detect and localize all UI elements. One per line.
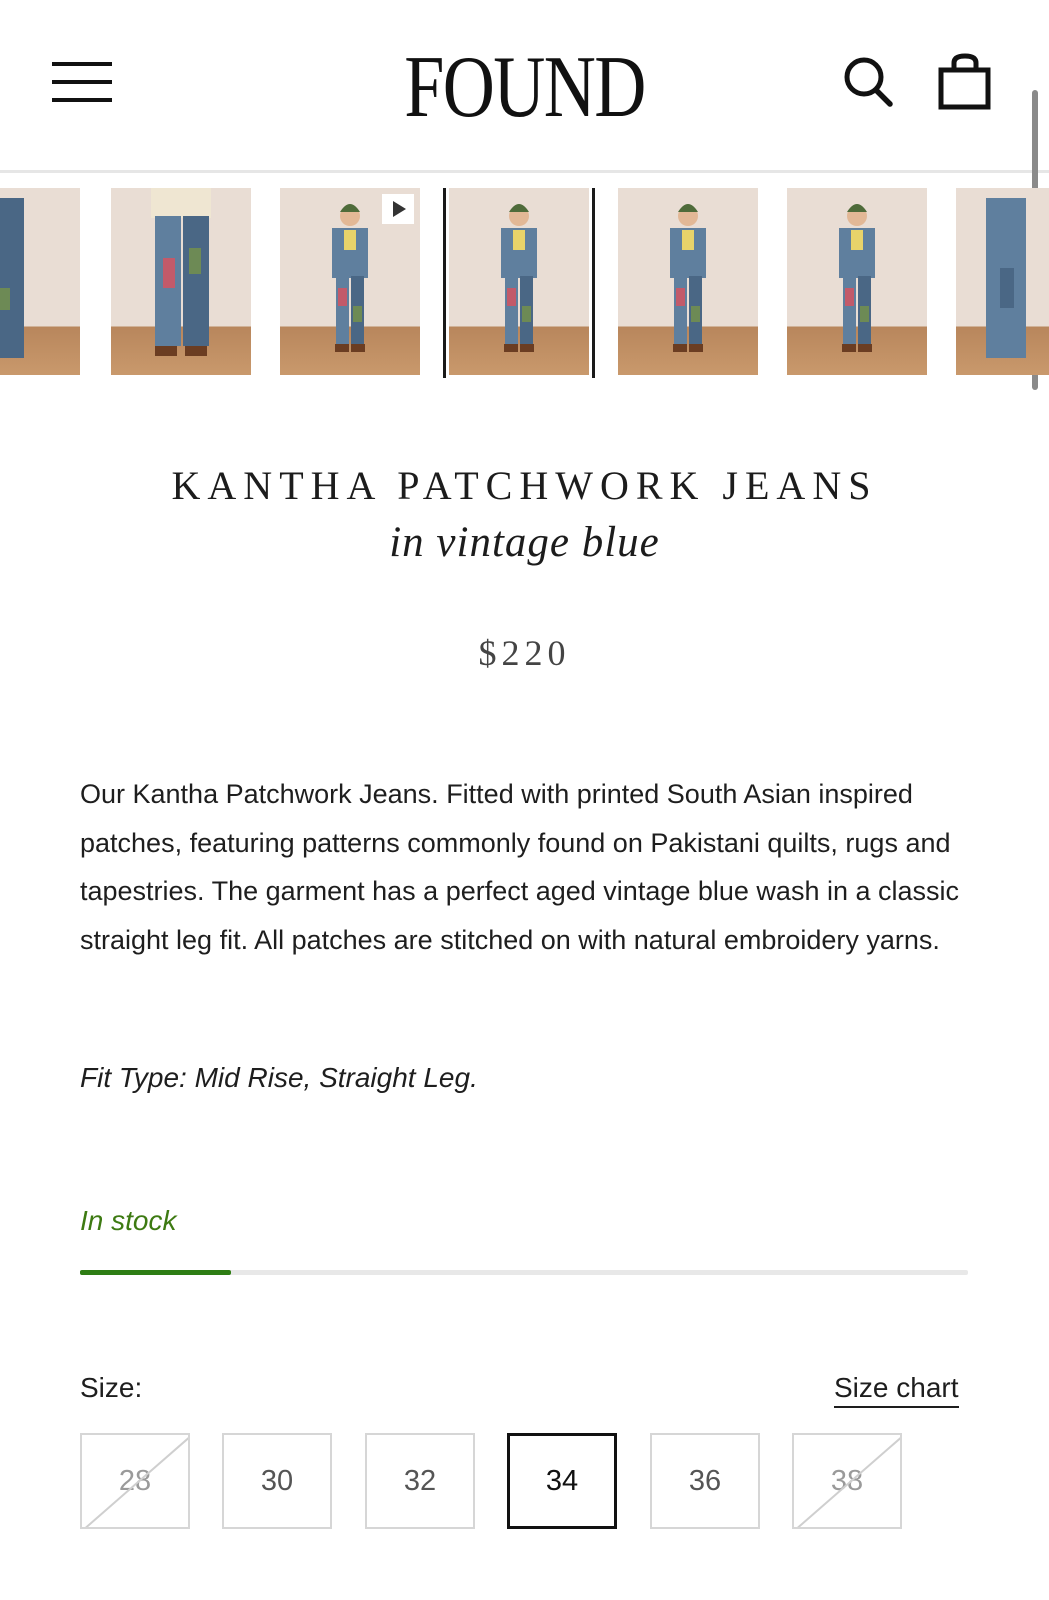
unavailable-slash [797,1437,900,1527]
gallery-thumbnail[interactable] [0,188,80,375]
size-option-label: 32 [403,1464,437,1497]
product-subtitle: in vintage blue [389,519,660,566]
stock-status: In stock [80,1205,177,1236]
cart-button[interactable] [937,52,995,114]
play-icon [382,194,414,224]
size-option-label: 36 [688,1464,722,1497]
size-option-label: 34 [545,1464,579,1497]
site-header: FOUND [0,0,1049,170]
search-icon [844,57,893,107]
gallery-thumbnail[interactable] [443,188,595,378]
gallery-thumbnail[interactable] [111,188,251,375]
product-description: Our Kantha Patchwork Jeans. Fitted with … [80,779,960,955]
size-option[interactable]: 28 [80,1433,190,1529]
gallery-thumbnail[interactable] [618,188,758,375]
size-chart-link[interactable]: Size chart [834,1372,959,1408]
site-logo[interactable]: FOUND [94,38,954,138]
size-option[interactable]: 32 [365,1433,475,1529]
gallery-thumbnail[interactable] [956,188,1049,375]
size-option[interactable]: 36 [650,1433,760,1529]
thumbnail-image [670,204,706,352]
size-option[interactable]: 38 [792,1433,902,1529]
gallery-thumbnail[interactable] [787,188,927,375]
header-divider [0,170,1049,173]
product-gallery-thumbnails [0,188,1049,378]
shopping-bag-icon [938,53,991,110]
product-price: $220 [478,633,571,673]
size-option[interactable]: 30 [222,1433,332,1529]
search-button[interactable] [840,52,900,112]
size-option[interactable]: 34 [507,1433,617,1529]
product-title: KANTHA PATCHWORK JEANS [171,463,878,508]
size-label: Size: [80,1372,143,1403]
fit-type: Fit Type: Mid Rise, Straight Leg. [80,1062,478,1093]
thumbnail-image [986,198,1026,358]
unavailable-slash [85,1437,188,1527]
thumbnail-image [0,198,24,358]
gallery-thumbnail[interactable] [280,188,420,375]
thumbnail-image [501,204,537,352]
thumbnail-image [839,204,875,352]
thumbnail-image [151,188,211,356]
stock-level-bar [80,1270,968,1275]
stock-level-fill [80,1270,231,1275]
size-option-label: 30 [260,1464,294,1497]
